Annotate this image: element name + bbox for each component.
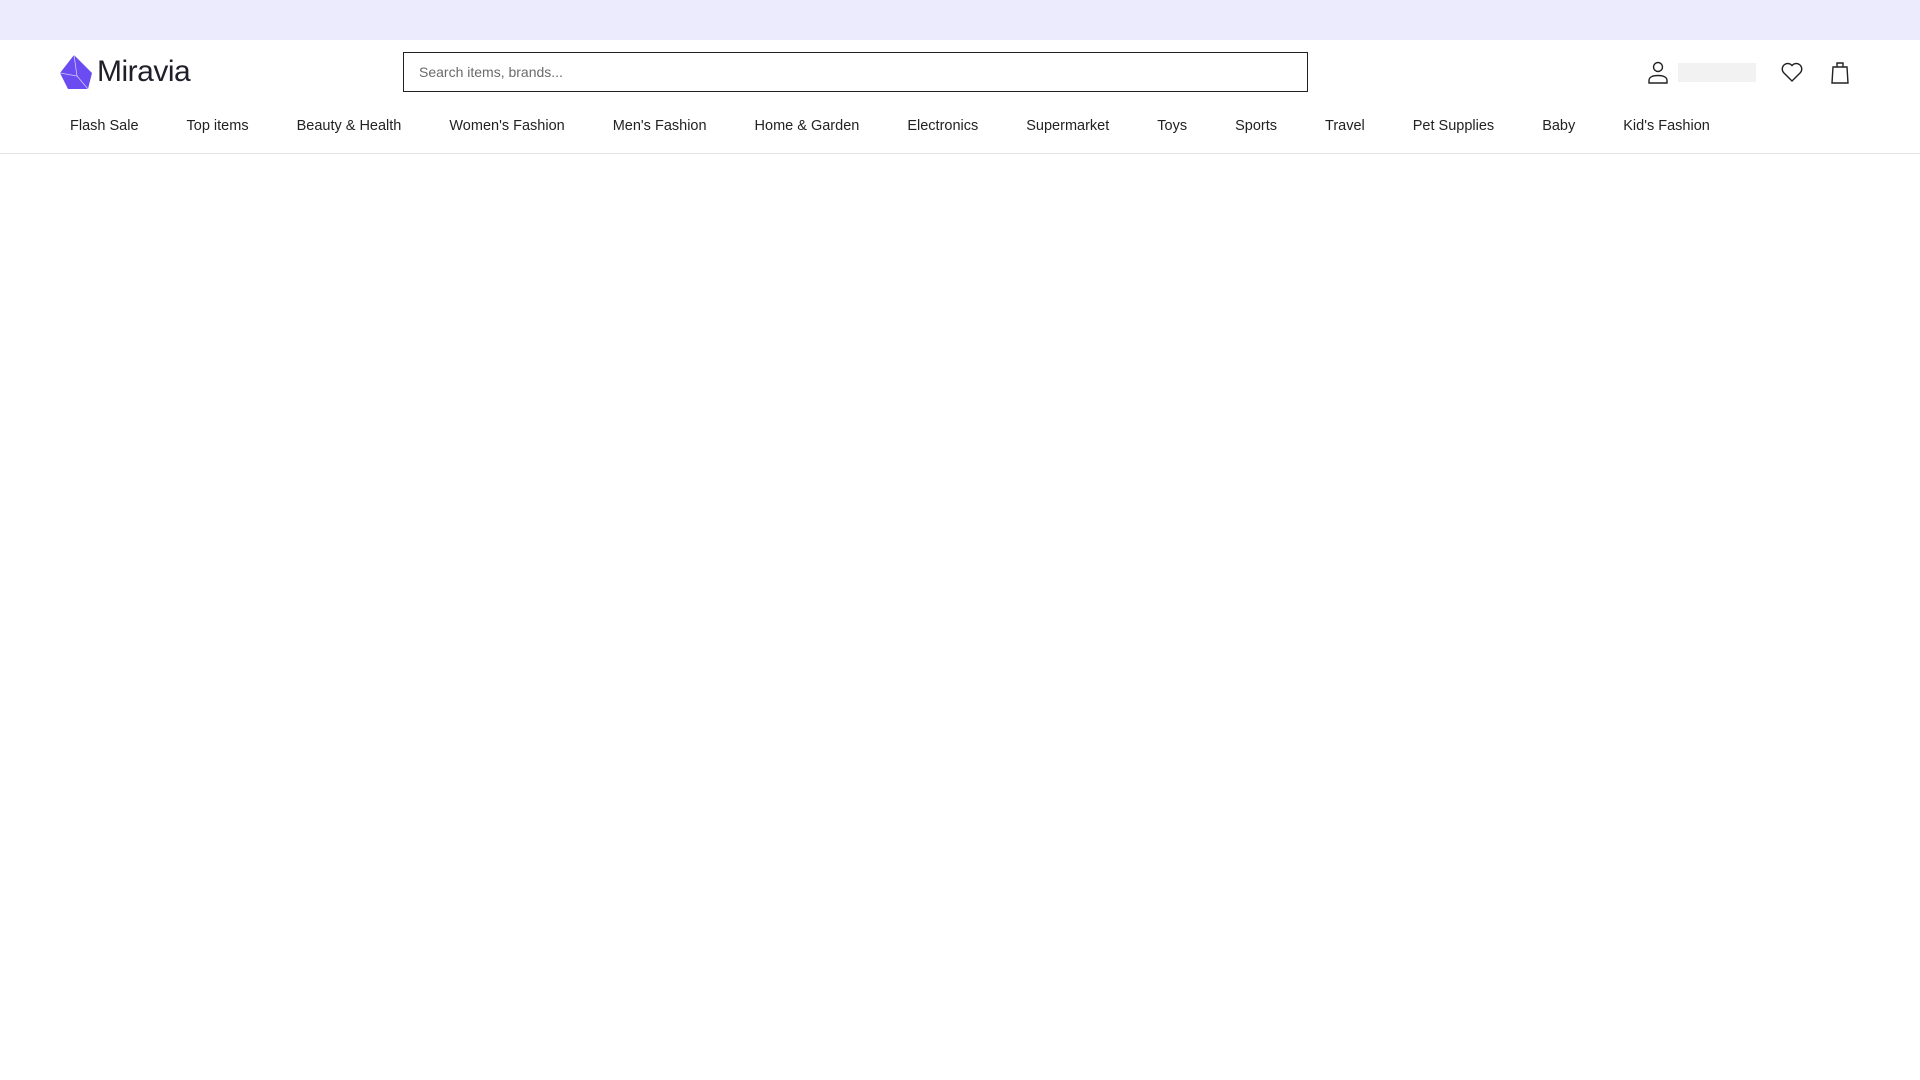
nav-item-mens-fashion[interactable]: Men's Fashion bbox=[613, 118, 707, 134]
nav-item-supermarket[interactable]: Supermarket bbox=[1026, 118, 1109, 134]
nav-item-baby[interactable]: Baby bbox=[1542, 118, 1575, 134]
nav-item-top-items[interactable]: Top items bbox=[187, 118, 249, 134]
category-nav: Flash Sale Top items Beauty & Health Wom… bbox=[70, 118, 1710, 134]
nav-item-home-garden[interactable]: Home & Garden bbox=[755, 118, 860, 134]
logo[interactable]: Miravia bbox=[60, 55, 191, 89]
nav-item-beauty-health[interactable]: Beauty & Health bbox=[297, 118, 402, 134]
nav-item-travel[interactable]: Travel bbox=[1325, 118, 1365, 134]
account-name-placeholder[interactable] bbox=[1678, 63, 1756, 82]
nav-item-pet-supplies[interactable]: Pet Supplies bbox=[1413, 118, 1494, 134]
shopping-bag-icon[interactable] bbox=[1828, 60, 1852, 84]
header-divider bbox=[0, 153, 1920, 154]
top-banner bbox=[0, 0, 1920, 40]
nav-item-toys[interactable]: Toys bbox=[1157, 118, 1187, 134]
search-input[interactable] bbox=[403, 52, 1308, 92]
nav-item-sports[interactable]: Sports bbox=[1235, 118, 1277, 134]
user-icon[interactable] bbox=[1646, 60, 1670, 84]
miravia-logo-icon bbox=[60, 55, 92, 89]
nav-item-kids-fashion[interactable]: Kid's Fashion bbox=[1623, 118, 1710, 134]
heart-icon[interactable] bbox=[1780, 60, 1804, 84]
logo-text: Miravia bbox=[97, 55, 191, 88]
nav-item-womens-fashion[interactable]: Women's Fashion bbox=[449, 118, 564, 134]
nav-item-flash-sale[interactable]: Flash Sale bbox=[70, 118, 139, 134]
nav-item-electronics[interactable]: Electronics bbox=[907, 118, 978, 134]
